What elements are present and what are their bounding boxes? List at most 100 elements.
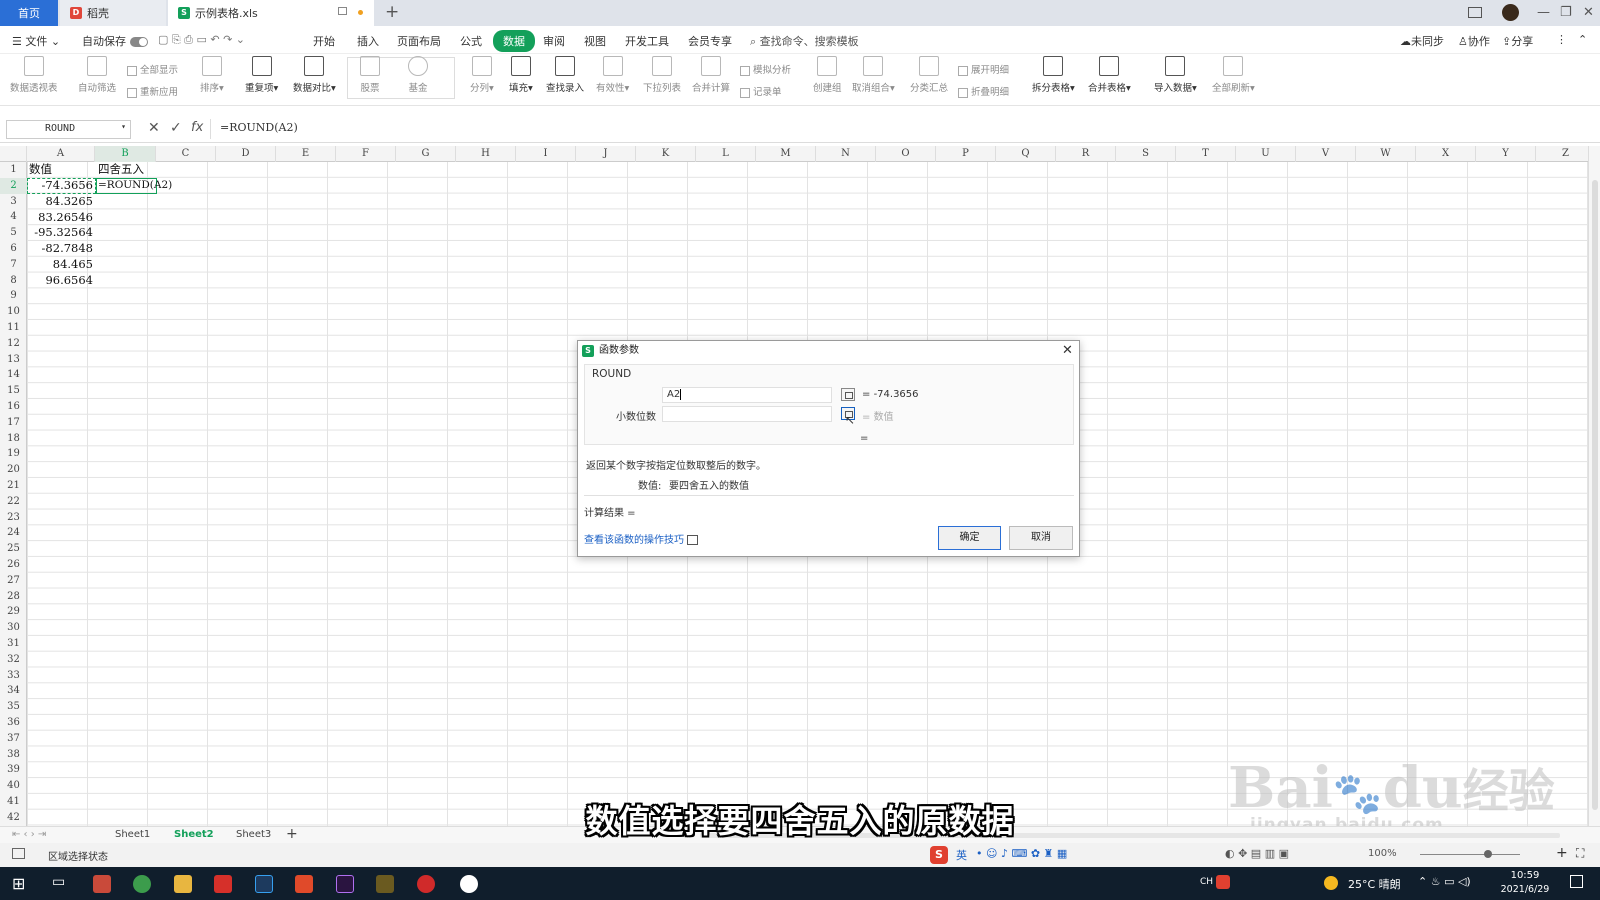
row-header-18[interactable]: 18 (0, 431, 27, 447)
tab-file[interactable]: S 示例表格.xls (168, 0, 374, 26)
zoom-level[interactable]: 100% (1368, 848, 1397, 859)
row-header-17[interactable]: 17 (0, 415, 27, 431)
chrome-icon[interactable] (133, 875, 151, 893)
column-header-e[interactable]: E (276, 146, 336, 162)
spreadsheet-app-icon[interactable] (295, 875, 313, 893)
music-icon[interactable] (417, 875, 435, 893)
expand-detail-button[interactable]: 展开明细 (958, 62, 1009, 76)
ime-language[interactable]: 英 (956, 847, 967, 863)
fund-button[interactable]: 基金 (408, 56, 428, 94)
column-header-p[interactable]: P (936, 146, 996, 162)
column-header-s[interactable]: S (1116, 146, 1176, 162)
sogou-ime-icon[interactable]: S (930, 846, 948, 864)
collab-button[interactable]: ♙协作 (1458, 33, 1490, 49)
create-group-button[interactable]: 创建组 (813, 56, 842, 94)
quick-access-icons[interactable]: ▢ ⎘ ⎙ ▭ ↶ ↷ ⌄ (158, 33, 245, 47)
cell-a4[interactable]: 83.26546 (27, 210, 95, 226)
stock-button[interactable]: 股票 (360, 56, 380, 94)
dropdown-list-button[interactable]: 下拉列表 (643, 56, 681, 94)
app-icon-3[interactable] (460, 875, 478, 893)
confirm-edit-icon[interactable]: ✓ (170, 120, 182, 136)
command-search[interactable]: ⌕ 查找命令、搜索模板 (750, 33, 859, 49)
row-header-30[interactable]: 30 (0, 620, 27, 636)
cell-a1[interactable]: 数值 (29, 162, 52, 178)
column-header-u[interactable]: U (1236, 146, 1296, 162)
column-header-m[interactable]: M (756, 146, 816, 162)
dialog-close-icon[interactable]: ✕ (1062, 341, 1073, 361)
view-mode-icons[interactable]: ◐ ✥ ▤ ▥ ▣ (1225, 847, 1289, 860)
simulate-button[interactable]: 模拟分析 (740, 62, 791, 76)
help-link[interactable]: 查看该函数的操作技巧 (584, 531, 699, 546)
column-header-q[interactable]: Q (996, 146, 1056, 162)
column-header-g[interactable]: G (396, 146, 456, 162)
column-header-w[interactable]: W (1356, 146, 1416, 162)
fullscreen-icon[interactable]: ⛶ (1576, 846, 1584, 861)
menu-formula[interactable]: 公式 (460, 33, 482, 49)
row-header-10[interactable]: 10 (0, 304, 27, 320)
input-language[interactable]: CH (1200, 877, 1213, 887)
weather[interactable]: 25°C 晴朗 (1348, 876, 1401, 892)
row-header-3[interactable]: 3 (0, 194, 27, 210)
row-header-9[interactable]: 9 (0, 288, 27, 304)
cell-a3[interactable]: 84.3265 (27, 194, 95, 210)
avatar[interactable] (1502, 4, 1519, 21)
select-all-corner[interactable] (0, 146, 27, 162)
restore-icon[interactable]: ❐ (1560, 5, 1572, 20)
refresh-all-button[interactable]: 全部刷新▾ (1212, 56, 1255, 94)
menu-insert[interactable]: 插入 (357, 33, 379, 49)
row-header-33[interactable]: 33 (0, 668, 27, 684)
windows-start-icon[interactable]: ⊞ (12, 874, 25, 893)
duplicates-button[interactable]: 重复项▾ (245, 56, 278, 94)
row-header-16[interactable]: 16 (0, 399, 27, 415)
split-column-button[interactable]: 分列▾ (470, 56, 494, 94)
column-header-h[interactable]: H (456, 146, 516, 162)
lookup-button[interactable]: 查找录入 (546, 56, 584, 94)
ime-toolbar-icons[interactable]: • ☺ ♪ ⌨ ✿ ♜ ▦ (976, 847, 1067, 860)
menu-start[interactable]: 开始 (313, 33, 335, 49)
column-header-k[interactable]: K (636, 146, 696, 162)
column-header-c[interactable]: C (156, 146, 216, 162)
column-header-x[interactable]: X (1416, 146, 1476, 162)
split-table-button[interactable]: 拆分表格▾ (1032, 56, 1075, 94)
cell-b1[interactable]: 四舍五入 (98, 162, 144, 178)
column-header-f[interactable]: F (336, 146, 396, 162)
row-header-32[interactable]: 32 (0, 652, 27, 668)
name-box[interactable]: ROUND ▾ (6, 120, 131, 139)
row-header-25[interactable]: 25 (0, 541, 27, 557)
row-header-23[interactable]: 23 (0, 510, 27, 526)
row-header-13[interactable]: 13 (0, 352, 27, 368)
column-header-r[interactable]: R (1056, 146, 1116, 162)
column-header-o[interactable]: O (876, 146, 936, 162)
record-button[interactable]: 记录单 (740, 84, 782, 98)
row-header-26[interactable]: 26 (0, 557, 27, 573)
menu-page-layout[interactable]: 页面布局 (397, 33, 441, 49)
ok-button[interactable]: 确定 (938, 526, 1001, 550)
menu-review[interactable]: 审阅 (543, 33, 565, 49)
row-header-38[interactable]: 38 (0, 747, 27, 763)
sogou-tray-icon[interactable] (1216, 875, 1230, 889)
column-header-z[interactable]: Z (1536, 146, 1596, 162)
column-header-l[interactable]: L (696, 146, 756, 162)
row-header-5[interactable]: 5 (0, 225, 27, 241)
column-header-t[interactable]: T (1176, 146, 1236, 162)
row-header-4[interactable]: 4 (0, 209, 27, 225)
column-header-i[interactable]: I (516, 146, 576, 162)
clock-time[interactable]: 10:59 (1505, 870, 1545, 881)
cancel-button[interactable]: 取消 (1009, 526, 1073, 550)
scroll-thumb[interactable] (1592, 180, 1598, 810)
tab-home[interactable]: 首页 (0, 0, 58, 26)
collapse-ribbon-icon[interactable]: ⌃ (1578, 33, 1587, 46)
subtotal-button[interactable]: 分类汇总 (910, 56, 948, 94)
row-header-15[interactable]: 15 (0, 383, 27, 399)
import-data-button[interactable]: 导入数据▾ (1154, 56, 1197, 94)
tab-daoke[interactable]: D 稻壳 (60, 0, 166, 26)
fx-icon[interactable]: fx (191, 120, 203, 135)
merge-table-button[interactable]: 合并表格▾ (1088, 56, 1131, 94)
close-window-icon[interactable]: ✕ (1583, 5, 1594, 20)
folder-icon[interactable] (174, 875, 192, 893)
row-header-7[interactable]: 7 (0, 257, 27, 273)
row-header-14[interactable]: 14 (0, 367, 27, 383)
more-icon[interactable]: ⋮ (1556, 33, 1567, 46)
cell-a2[interactable]: -74.3656 (27, 178, 95, 194)
row-header-39[interactable]: 39 (0, 762, 27, 778)
